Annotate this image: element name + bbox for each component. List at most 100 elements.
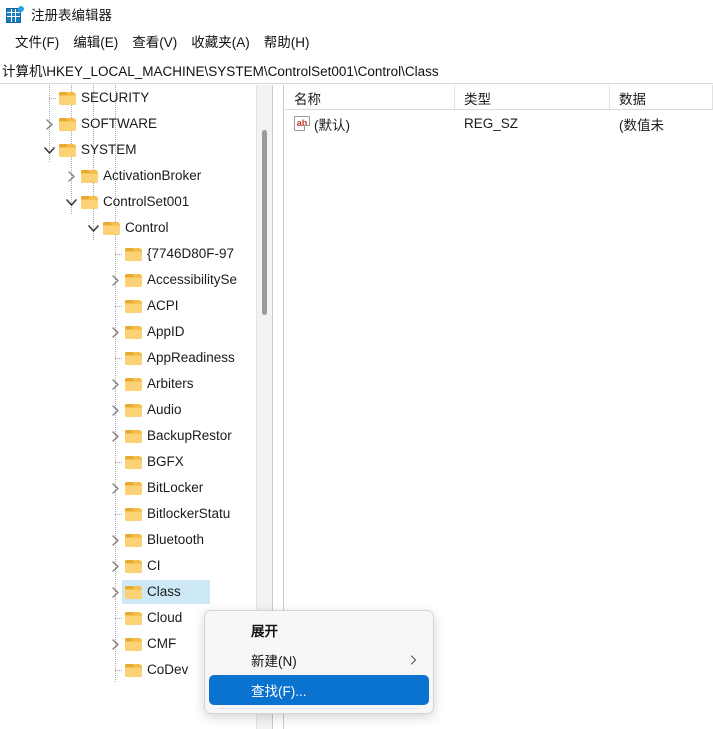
column-header-label: 数据 <box>619 91 646 107</box>
tree-item-label: ActivationBroker <box>103 168 202 183</box>
context-item-expand[interactable]: 展开 <box>209 615 429 645</box>
menu-file[interactable]: 文件(F) <box>8 29 66 53</box>
chevron-down-icon[interactable] <box>64 189 79 215</box>
registry-editor-window: 注册表编辑器 文件(F) 编辑(E) 查看(V) 收藏夹(A) 帮助(H) 计算机\HK… <box>0 0 713 729</box>
string-value-icon: ab <box>294 116 310 131</box>
folder-icon <box>123 267 143 293</box>
chevron-right-icon[interactable] <box>108 475 123 501</box>
chevron-right-icon[interactable] <box>64 163 79 189</box>
tree-item-label-wrap: Control <box>121 215 174 241</box>
tree-item-label: CI <box>147 558 161 573</box>
menu-edit[interactable]: 编辑(E) <box>66 29 125 53</box>
tree-item-label: CoDev <box>147 662 189 677</box>
tree-item-class[interactable]: Class <box>0 579 272 605</box>
tree-item-label: BackupRestor <box>147 428 232 443</box>
folder-icon <box>123 553 143 579</box>
tree-item-arbiters[interactable]: Arbiters <box>0 371 272 397</box>
chevron-right-icon[interactable] <box>42 111 57 137</box>
tree-item-controlset001[interactable]: ControlSet001 <box>0 189 272 215</box>
values-list: ab (默认) REG_SZ (数值未 <box>285 110 713 137</box>
folder-icon <box>101 215 121 241</box>
folder-icon <box>79 163 99 189</box>
tree-item-acpi[interactable]: ACPI <box>0 293 272 319</box>
tree-item-label: AccessibilitySe <box>147 272 238 287</box>
chevron-right-icon[interactable] <box>108 579 123 605</box>
tree-item-audio[interactable]: Audio <box>0 397 272 423</box>
context-menu-separator <box>219 708 419 709</box>
context-item-label: 展开 <box>251 624 278 639</box>
context-item-find[interactable]: 查找(F)... <box>209 675 429 705</box>
menu-favorites[interactable]: 收藏夹(A) <box>184 29 257 53</box>
tree-item-bgfx[interactable]: BGFX <box>0 449 272 475</box>
folder-icon <box>123 423 143 449</box>
folder-icon <box>123 501 143 527</box>
tree-context-menu[interactable]: 展开新建(N) 查找(F)... <box>204 610 434 714</box>
chevron-right-icon[interactable] <box>108 397 123 423</box>
folder-icon <box>79 189 99 215</box>
value-data-cell: (数值未 <box>619 117 664 133</box>
tree-leaf-spacer <box>108 501 123 527</box>
tree-item-label: ACPI <box>147 298 179 313</box>
chevron-right-icon[interactable] <box>108 553 123 579</box>
chevron-right-icon[interactable] <box>108 527 123 553</box>
tree-item-label-wrap: BitlockerStatu <box>143 501 235 527</box>
tree-item-label-wrap: SECURITY <box>77 85 154 111</box>
tree-item-label-wrap: BGFX <box>143 449 189 475</box>
tree-item-7746d80f97[interactable]: {7746D80F-97 <box>0 241 272 267</box>
tree-item-label-wrap: Cloud <box>143 605 187 631</box>
registry-editor-icon <box>6 5 24 23</box>
column-type[interactable]: 类型 <box>455 85 610 110</box>
chevron-right-icon[interactable] <box>108 423 123 449</box>
chevron-right-icon[interactable] <box>108 631 123 657</box>
tree-item-accessibilityse[interactable]: AccessibilitySe <box>0 267 272 293</box>
chevron-right-icon <box>410 655 417 665</box>
folder-icon <box>57 111 77 137</box>
tree-item-security[interactable]: SECURITY <box>0 85 272 111</box>
tree-item-bitlockerstatu[interactable]: BitlockerStatu <box>0 501 272 527</box>
folder-icon <box>123 657 143 683</box>
folder-icon <box>123 397 143 423</box>
value-row[interactable]: ab (默认) REG_SZ (数值未 <box>285 110 713 137</box>
chevron-down-icon[interactable] <box>86 215 101 241</box>
tree-item-backuprestor[interactable]: BackupRestor <box>0 423 272 449</box>
tree-item-label: SYSTEM <box>81 142 137 157</box>
column-name[interactable]: 名称 <box>285 85 455 110</box>
tree-item-appid[interactable]: AppID <box>0 319 272 345</box>
chevron-down-icon[interactable] <box>42 137 57 163</box>
chevron-right-icon[interactable] <box>108 371 123 397</box>
tree-item-label-wrap: {7746D80F-97 <box>143 241 239 267</box>
tree-item-label-wrap: AccessibilitySe <box>143 267 242 293</box>
chevron-right-icon[interactable] <box>108 267 123 293</box>
chevron-right-icon[interactable] <box>108 319 123 345</box>
tree-item-ci[interactable]: CI <box>0 553 272 579</box>
tree-item-bluetooth[interactable]: Bluetooth <box>0 527 272 553</box>
tree-item-label-wrap: AppID <box>143 319 190 345</box>
folder-icon <box>123 527 143 553</box>
column-header-label: 类型 <box>464 91 491 107</box>
value-type-cell: REG_SZ <box>464 116 519 131</box>
menu-view[interactable]: 查看(V) <box>125 29 184 53</box>
tree-item-label-wrap: Class <box>143 579 186 605</box>
context-item-new[interactable]: 新建(N) <box>209 645 429 675</box>
tree-item-label-wrap: SYSTEM <box>77 137 142 163</box>
folder-icon <box>123 475 143 501</box>
registry-tree: SECURITY SOFTWARE SYSTEM ActivationBroker Co… <box>0 85 272 683</box>
tree-item-label-wrap: ACPI <box>143 293 184 319</box>
tree-item-label: AppID <box>147 324 185 339</box>
column-data[interactable]: 数据 <box>610 85 713 110</box>
tree-scrollbar-thumb[interactable] <box>262 130 267 315</box>
tree-item-label-wrap: CoDev <box>143 657 193 683</box>
tree-item-activationbroker[interactable]: ActivationBroker <box>0 163 272 189</box>
tree-item-bitlocker[interactable]: BitLocker <box>0 475 272 501</box>
tree-item-label: {7746D80F-97 <box>147 246 235 261</box>
tree-item-control[interactable]: Control <box>0 215 272 241</box>
tree-item-appreadiness[interactable]: AppReadiness <box>0 345 272 371</box>
menu-help[interactable]: 帮助(H) <box>257 29 317 53</box>
folder-icon <box>57 137 77 163</box>
tree-item-software[interactable]: SOFTWARE <box>0 111 272 137</box>
tree-item-label: AppReadiness <box>147 350 235 365</box>
address-bar[interactable]: 计算机\HKEY_LOCAL_MACHINE\SYSTEM\ControlSet… <box>0 56 713 84</box>
tree-item-label: Class <box>147 584 181 599</box>
folder-icon <box>123 241 143 267</box>
tree-item-system[interactable]: SYSTEM <box>0 137 272 163</box>
